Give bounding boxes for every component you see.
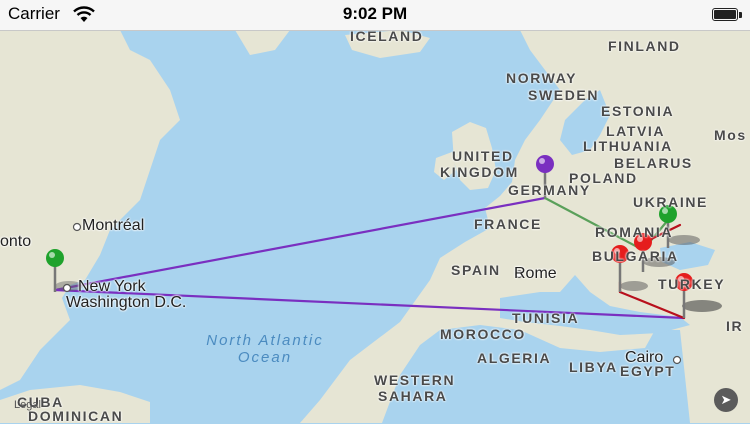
label-latvia: LATVIA	[606, 123, 666, 139]
label-united: UNITED	[452, 148, 514, 164]
battery-tip	[739, 12, 742, 18]
pin-head	[46, 249, 64, 267]
label-bulgaria: BULGARIA	[592, 248, 679, 264]
pin-highlight	[539, 158, 545, 164]
status-time: 9:02 PM	[342, 4, 408, 23]
label-estonia: ESTONIA	[601, 103, 675, 119]
label-libya: LIBYA	[569, 359, 618, 375]
label-spain: SPAIN	[451, 262, 501, 278]
label-sweden: SWEDEN	[528, 87, 600, 103]
label-montreal: Montréal	[82, 217, 145, 234]
battery-level-fill	[714, 10, 736, 19]
label-western: WESTERN	[374, 372, 456, 388]
city-dot-new-york	[62, 283, 72, 293]
label-turkey: TURKEY	[658, 276, 726, 292]
pin-highlight	[49, 252, 55, 258]
label-algeria: ALGERIA	[477, 350, 552, 366]
label-cairo: Cairo	[625, 349, 664, 366]
pin-head	[536, 155, 554, 173]
ocean-label-line-2: Ocean	[237, 349, 293, 366]
label-ir: IR	[726, 318, 744, 334]
label-norway: NORWAY	[506, 70, 578, 86]
label-tunisia: TUNISIA	[512, 310, 580, 326]
pin-shadow	[682, 300, 722, 312]
label-toronto: onto	[0, 233, 32, 250]
label-mos: Mos	[714, 127, 747, 143]
label-lithuania: LITHUANIA	[583, 138, 673, 154]
label-washington: Washington D.C.	[66, 294, 187, 311]
label-germany: GERMANY	[508, 182, 591, 198]
label-finland: FINLAND	[608, 38, 681, 54]
ocean-label-line-1: North Atlantic	[206, 332, 324, 349]
label-belarus: BELARUS	[614, 155, 693, 171]
label-romania: ROMANIA	[595, 224, 674, 240]
ocean-label: North Atlantic Ocean	[185, 332, 345, 366]
pin-shadow	[620, 281, 648, 291]
label-dominican: DOMINICAN	[28, 408, 124, 424]
label-france: FRANCE	[474, 216, 542, 232]
battery-icon	[712, 8, 738, 21]
location-arrow-icon[interactable]: ➤	[714, 388, 738, 412]
legal-link[interactable]: Legal	[14, 399, 41, 411]
label-sahara: SAHARA	[378, 388, 448, 404]
label-morocco: MOROCCO	[440, 326, 526, 342]
status-bar: Carrier 9:02 PM	[0, 0, 750, 31]
label-rome: Rome	[514, 265, 557, 282]
map-view[interactable]: ICELAND FINLAND NORWAY SWEDEN ESTONIA LA…	[0, 28, 750, 424]
label-ukraine: UKRAINE	[633, 194, 708, 210]
label-kingdom: KINGDOM	[440, 164, 519, 180]
city-dot-montreal	[72, 222, 82, 232]
